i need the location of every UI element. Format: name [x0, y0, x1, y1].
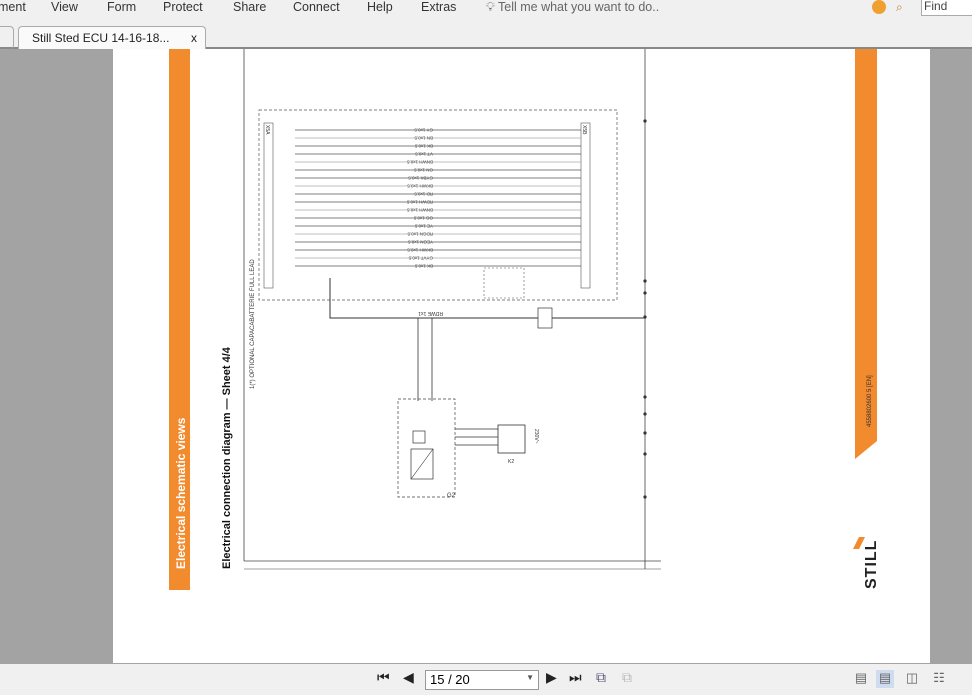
- section-title: Electrical schematic views: [174, 417, 188, 569]
- tab-bar: Still Sted ECU 14-16-18... x: [0, 22, 972, 49]
- tab-document[interactable]: Still Sted ECU 14-16-18... x: [18, 26, 206, 49]
- menu-form[interactable]: Form: [107, 0, 136, 14]
- wire-label: BNWH 1x0.5: [406, 160, 433, 165]
- schematic-drawing: Electrical schematic views 4558802600 5 …: [169, 49, 880, 590]
- doc-number: 4558802600 5 [EN]: [867, 375, 873, 427]
- component-k2: [497, 424, 526, 454]
- wire-label: BK 1x0.5: [414, 144, 433, 149]
- bus-wire: [329, 278, 645, 319]
- menu-view[interactable]: View: [51, 0, 78, 14]
- wire-label: VT 1x0.5: [415, 152, 433, 157]
- menu-connect[interactable]: Connect: [293, 0, 340, 14]
- bus-label: RDWE 1x1: [418, 310, 443, 316]
- g2-label: G2: [447, 493, 456, 499]
- facing-view-icon[interactable]: ◫: [903, 670, 921, 688]
- tell-me-search[interactable]: 💡︎ Tell me what you want to do..: [486, 0, 659, 15]
- menu-protect[interactable]: Protect: [163, 0, 203, 14]
- document-viewport[interactable]: Electrical schematic views 4558802600 5 …: [0, 49, 972, 664]
- wire-labels: GY 1x0.5 BN 1x0.5 BK 1x0.5 VT 1x0.5 BNWH 1x0…: [406, 128, 433, 269]
- terminal-dot: [643, 412, 647, 416]
- navigation-bar: ⏮︎ ◀ 15 / 20 ▼ ▶ ⏭︎ ⧉ ⧉ ▤ ▤ ◫ ☷: [0, 664, 972, 695]
- wire-label: BN 1x0.5: [414, 136, 433, 141]
- wire-label: YEGN 1x0.5: [407, 240, 433, 245]
- wire-label: GYVT 1x0.5: [408, 256, 433, 261]
- terminal-dot: [643, 315, 647, 319]
- terminal-dot: [643, 495, 647, 499]
- close-tab-icon[interactable]: x: [191, 31, 197, 45]
- next-view-icon[interactable]: ⧉: [622, 669, 632, 686]
- terminal-dot: [643, 395, 647, 399]
- wire-label: GY 1x0.5: [414, 128, 433, 133]
- sheet-title: Electrical connection diagram — Sheet 4/…: [221, 346, 233, 569]
- tab-previous[interactable]: [0, 26, 14, 49]
- wire-label: RD 1x0.5: [414, 192, 433, 197]
- chevron-down-icon[interactable]: ▼: [526, 673, 534, 682]
- continuous-facing-view-icon[interactable]: ☷: [930, 670, 948, 688]
- wire-label: BKWH 1x0.5: [407, 248, 433, 253]
- wire-label: RDWH 1x0.5: [406, 200, 433, 205]
- terminal-dot: [643, 119, 647, 123]
- search-doc-icon[interactable]: ⌕: [896, 0, 903, 15]
- heart-icon[interactable]: [872, 0, 886, 14]
- lightbulb-icon: 💡︎: [486, 0, 498, 14]
- connector-x5b: [580, 122, 591, 289]
- connector-x5a-label: X5A: [264, 125, 270, 135]
- page-number-input[interactable]: 15 / 20 ▼: [425, 670, 539, 690]
- note-text: 1(*) OPTIONAL CAPACABATTERIE FULL LEAD: [250, 259, 256, 389]
- wire-bundle: [295, 129, 581, 267]
- menu-extras[interactable]: Extras: [421, 0, 456, 14]
- terminal-dot: [643, 452, 647, 456]
- continuous-view-icon[interactable]: ▤: [876, 670, 894, 688]
- wire-label: GYBK 1x0.5: [408, 176, 433, 181]
- last-page-button[interactable]: ⏭︎: [569, 669, 582, 686]
- menu-share[interactable]: Share: [233, 0, 266, 14]
- wire-label: OG 1x0.5: [413, 216, 433, 221]
- wire-label: YE 1x0.5: [414, 224, 433, 229]
- connector-x5a: [263, 122, 274, 289]
- previous-page-button[interactable]: ◀: [403, 669, 414, 686]
- wire-label: GN 1x0.5: [413, 168, 433, 173]
- first-page-button[interactable]: ⏮︎: [377, 669, 390, 686]
- terminal-dot: [643, 279, 647, 283]
- still-logo: STILL: [863, 540, 880, 589]
- terminal-dot: [643, 431, 647, 435]
- fuse-symbol: [537, 307, 553, 329]
- single-page-view-icon[interactable]: ▤: [852, 670, 870, 688]
- wire-label: BK 1x0.5: [414, 264, 433, 269]
- k2-voltage-label: 230V~: [533, 429, 539, 444]
- k2-label: K2: [508, 459, 514, 465]
- menu-bar: ment View Form Protect Share Connect Hel…: [0, 0, 972, 22]
- previous-view-icon[interactable]: ⧉: [596, 669, 606, 686]
- find-input[interactable]: Find: [921, 0, 972, 16]
- connector-x5b-label: X5B: [581, 125, 587, 135]
- component-g2: [397, 398, 456, 498]
- menu-document[interactable]: ment: [0, 0, 26, 14]
- optional-harness-box: [258, 109, 618, 301]
- menu-help[interactable]: Help: [367, 0, 393, 14]
- wire-label: BNWH 1x0.5: [406, 208, 433, 213]
- next-page-button[interactable]: ▶: [546, 669, 557, 686]
- wire-label: RDGN 1x0.5: [407, 232, 433, 237]
- right-orange-strip: [855, 49, 877, 459]
- wire-label: BKWH 1x0.5: [407, 184, 433, 189]
- document-page: Electrical schematic views 4558802600 5 …: [113, 49, 930, 663]
- terminal-dot: [643, 291, 647, 295]
